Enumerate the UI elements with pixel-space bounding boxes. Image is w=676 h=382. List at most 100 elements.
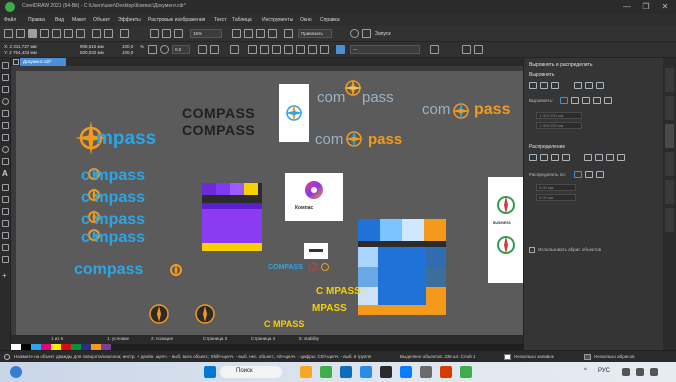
page-tab-2[interactable]: 2: позиция <box>151 336 173 341</box>
use-outline-checkbox[interactable] <box>529 247 535 253</box>
import-icon[interactable] <box>150 29 159 38</box>
distribute-spacing-icon[interactable] <box>551 154 559 161</box>
tray-overflow-icon[interactable]: ^ <box>584 368 587 374</box>
drop-shadow-tool-icon[interactable] <box>2 208 9 215</box>
outline-color-icon[interactable] <box>336 45 345 54</box>
to-front-icon[interactable] <box>462 45 471 54</box>
docker-tab-transform[interactable] <box>665 152 674 176</box>
snap-to-select[interactable]: Привязать <box>298 29 332 38</box>
ellipse-tool-icon[interactable] <box>2 146 9 153</box>
menu-layout[interactable]: Макет <box>72 17 86 23</box>
menu-object[interactable]: Объект <box>93 17 110 23</box>
outline-width-select[interactable]: — <box>350 45 420 54</box>
page-tab-3[interactable]: Страница 3 <box>203 336 227 341</box>
to-back-icon[interactable] <box>474 45 483 54</box>
menu-bitmaps[interactable]: Растровые изображения <box>148 17 205 23</box>
align-to-active-object-icon[interactable] <box>560 97 568 104</box>
align-right-icon[interactable] <box>551 82 559 89</box>
blue-wordmark-row-1[interactable]: c mpass <box>81 167 145 185</box>
width-field[interactable]: 908,615 мм <box>80 44 104 49</box>
volume-icon[interactable] <box>636 368 644 376</box>
weather-widget-icon[interactable] <box>10 366 22 378</box>
file-explorer-icon[interactable] <box>300 366 312 378</box>
small-compass-wordmark[interactable]: COMPASS <box>268 264 303 271</box>
align-center-h-icon[interactable] <box>540 82 548 89</box>
battery-icon[interactable] <box>650 368 658 376</box>
menu-text[interactable]: Текст <box>214 17 227 23</box>
crop-tool-icon[interactable] <box>2 86 9 93</box>
add-tool-icon[interactable]: + <box>2 272 9 280</box>
settings-app-icon[interactable] <box>420 366 432 378</box>
weld-icon[interactable] <box>284 45 293 54</box>
search-content-icon[interactable] <box>120 29 129 38</box>
align-bottom-icon[interactable] <box>596 82 604 89</box>
x-position-field[interactable]: X: 2 311,737 мм <box>4 44 37 49</box>
menu-tools[interactable]: Инструменты <box>262 17 293 23</box>
compass-wordmark-dark-2[interactable]: COMPASS <box>182 122 255 138</box>
align-to-page-icon[interactable] <box>582 97 590 104</box>
compass-logo-right-right-word[interactable]: pass <box>474 101 510 119</box>
yellow-mpass-wordmark-3[interactable]: C MPASS <box>264 319 304 329</box>
shape-tool-icon[interactable] <box>2 74 9 81</box>
white-square-logo-card[interactable]: Компас <box>285 173 343 221</box>
polygon-tool-icon[interactable] <box>2 158 9 165</box>
align-to-grid-icon[interactable] <box>593 97 601 104</box>
language-indicator[interactable]: РУС <box>598 368 610 374</box>
document-tab[interactable]: Документ.cdr* <box>20 58 66 66</box>
intersect-icon[interactable] <box>308 45 317 54</box>
office-app-icon[interactable] <box>440 366 452 378</box>
zoom-level-select[interactable]: 15% <box>190 29 222 38</box>
business-card-preview[interactable]: BUSINESS <box>488 177 523 283</box>
compass-logo-right-left-word[interactable]: com <box>422 101 450 118</box>
wifi-icon[interactable] <box>622 368 630 376</box>
terminal-app-icon[interactable] <box>380 366 392 378</box>
distribute-h-field[interactable]: 0,00 мм <box>536 184 576 191</box>
group-icon[interactable] <box>248 45 257 54</box>
launch-label[interactable]: Запуск <box>375 31 391 37</box>
application-launcher-icon[interactable] <box>362 29 371 38</box>
start-button-icon[interactable] <box>204 366 216 378</box>
small-white-label[interactable] <box>304 243 328 259</box>
align-to-point-icon[interactable] <box>604 97 612 104</box>
artistic-media-tool-icon[interactable] <box>2 122 9 129</box>
white-card-with-rose[interactable] <box>279 84 309 142</box>
fill-status-text[interactable]: Несколько заливок <box>514 354 554 359</box>
paste-icon[interactable] <box>76 29 85 38</box>
print-icon[interactable] <box>40 29 49 38</box>
connector-tool-icon[interactable] <box>2 196 9 203</box>
distribute-top-icon[interactable] <box>584 154 592 161</box>
trim-icon[interactable] <box>296 45 305 54</box>
big-compass-wordmark[interactable]: mpass <box>96 128 156 150</box>
blue-color-palette-block[interactable] <box>358 219 446 315</box>
blue-wordmark-row-2[interactable]: c mpass <box>81 189 145 207</box>
parallel-dimension-tool-icon[interactable] <box>2 184 9 191</box>
mirror-horizontal-icon[interactable] <box>198 45 207 54</box>
docker-tab-align[interactable] <box>665 124 674 148</box>
distribute-v-spacing-icon[interactable] <box>606 154 614 161</box>
compass-wordmark-bottom[interactable]: compass <box>74 261 143 279</box>
distribute-right-icon[interactable] <box>562 154 570 161</box>
freehand-tool-icon[interactable] <box>2 110 9 117</box>
green-app-icon[interactable] <box>460 366 472 378</box>
blue-wordmark-row-4[interactable]: c mpass <box>81 229 145 247</box>
simplify-icon[interactable] <box>320 45 329 54</box>
ungroup-all-icon[interactable] <box>272 45 281 54</box>
align-center-v-icon[interactable] <box>585 82 593 89</box>
distribute-middle-icon[interactable] <box>595 154 603 161</box>
drawing-canvas[interactable]: COMPASS COMPASS com pass com pass com pa… <box>16 71 523 335</box>
rulers-icon[interactable] <box>244 29 253 38</box>
docker-tab-text[interactable] <box>665 208 674 232</box>
page-tab-4[interactable]: Страница 4 <box>251 336 275 341</box>
distribute-bottom-icon[interactable] <box>617 154 625 161</box>
align-y-field[interactable]: 1 000,000 мм <box>536 122 582 129</box>
docker-tab-properties[interactable] <box>665 68 674 92</box>
align-top-icon[interactable] <box>574 82 582 89</box>
smart-fill-tool-icon[interactable] <box>2 256 9 263</box>
snap-icon[interactable] <box>284 29 293 38</box>
menu-help[interactable]: Справка <box>320 17 340 23</box>
distribute-v-field[interactable]: 0,00 мм <box>536 194 576 201</box>
cut-icon[interactable] <box>52 29 61 38</box>
outline-status-text[interactable]: Несколько абрисов <box>594 354 634 359</box>
distribute-to-page-icon[interactable] <box>585 171 593 178</box>
full-screen-icon[interactable] <box>232 29 241 38</box>
